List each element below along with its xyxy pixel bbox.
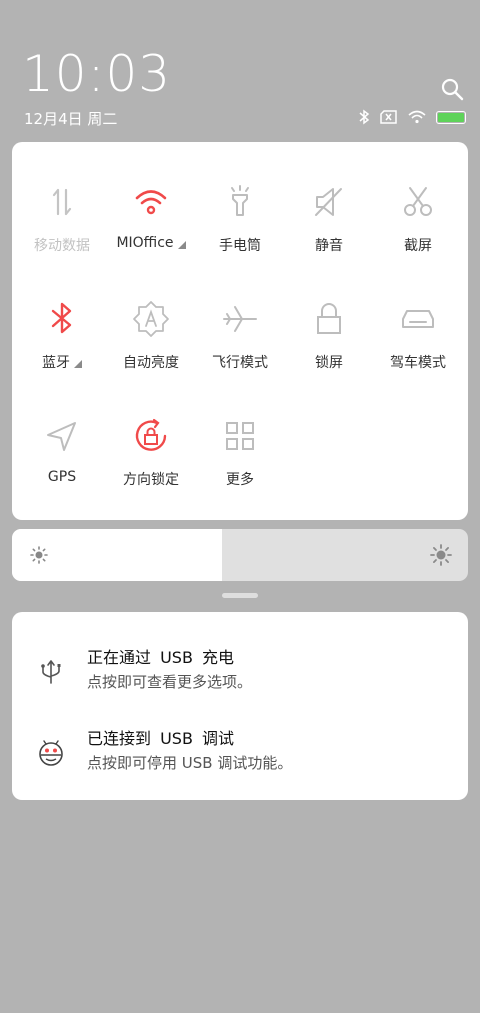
notification-usb-debugging[interactable]: 已连接到 USB 调试 点按即可停用 USB 调试功能。: [12, 725, 468, 785]
tile-label: 更多: [226, 472, 254, 488]
drag-handle[interactable]: [222, 593, 258, 598]
usb-icon: [41, 660, 61, 684]
tile-label-text: 蓝牙: [42, 355, 70, 371]
tile-label: 锁屏: [315, 355, 343, 371]
tile-label-text: MIOffice: [116, 235, 174, 251]
tile-label: 自动亮度: [123, 355, 179, 371]
notification-panel: 正在通过 USB 充电 点按即可查看更多选项。 已连接到 USB 调试 点按即可…: [12, 612, 468, 800]
tile-airplane[interactable]: 飞行模式: [195, 299, 285, 372]
bluetooth-icon: [51, 302, 72, 334]
expand-arrow-icon: [177, 240, 186, 249]
battery-icon: [436, 110, 466, 124]
lock-icon: [317, 303, 341, 334]
quick-settings-panel: 移动数据 MIOffice 手电筒 静音 截屏 蓝牙 自动亮度 飞行模式 锁屏 …: [12, 142, 468, 520]
battery-level: [438, 112, 464, 122]
tile-label: 移动数据: [34, 238, 90, 254]
gps-icon: [47, 422, 76, 451]
tile-bluetooth[interactable]: 蓝牙: [17, 299, 107, 372]
search-icon[interactable]: [440, 77, 464, 101]
screenshot-icon: [404, 187, 432, 216]
notification-subtitle: 点按即可查看更多选项。: [87, 673, 253, 691]
tile-more[interactable]: 更多: [195, 416, 285, 489]
tile-label: 方向锁定: [123, 472, 179, 488]
tile-driving-mode[interactable]: 驾车模式: [373, 299, 463, 372]
more-grid-icon: [226, 422, 254, 450]
tile-lock-screen[interactable]: 锁屏: [284, 299, 374, 372]
tile-mute[interactable]: 静音: [284, 182, 374, 255]
airplane-icon: [223, 306, 257, 332]
status-bar-icons: [358, 108, 466, 126]
mobile-data-icon: [52, 188, 72, 216]
tile-gps[interactable]: GPS: [17, 416, 107, 485]
tile-screenshot[interactable]: 截屏: [373, 182, 463, 255]
date[interactable]: 12月4日 周二: [24, 108, 117, 129]
tile-mobile-data[interactable]: 移动数据: [17, 182, 107, 255]
tile-flashlight[interactable]: 手电筒: [195, 182, 285, 255]
tile-label: 截屏: [404, 238, 432, 254]
tile-label: 手电筒: [219, 238, 261, 254]
tile-label: 静音: [315, 238, 343, 254]
notification-subtitle: 点按即可停用 USB 调试功能。: [87, 754, 293, 772]
wifi-icon: [135, 190, 167, 215]
auto-brightness-icon: [133, 301, 169, 337]
brightness-slider[interactable]: [12, 529, 468, 581]
bluetooth-status-icon: [359, 109, 370, 125]
notification-title: 已连接到 USB 调试: [87, 729, 235, 748]
brightness-low-icon: [30, 546, 48, 564]
brightness-high-icon: [430, 544, 452, 566]
tile-auto-brightness[interactable]: 自动亮度: [106, 299, 196, 372]
notification-usb-charging[interactable]: 正在通过 USB 充电 点按即可查看更多选项。: [12, 644, 468, 704]
wifi-status-icon: [408, 110, 426, 124]
tile-label: 飞行模式: [212, 355, 268, 371]
tile-label: 驾车模式: [390, 355, 446, 371]
car-icon: [402, 310, 434, 328]
flashlight-icon: [231, 185, 249, 216]
expand-arrow-icon: [74, 359, 82, 368]
tile-wifi[interactable]: MIOffice: [106, 182, 196, 251]
tile-label: GPS: [47, 469, 77, 485]
tile-rotation-lock[interactable]: 方向锁定: [106, 416, 196, 489]
mute-icon: [315, 188, 342, 216]
rotation-lock-icon: [135, 418, 167, 451]
no-sim-icon: [380, 110, 397, 124]
tile-label: MIOffice: [116, 235, 186, 251]
notification-title: 正在通过 USB 充电: [87, 648, 235, 667]
clock[interactable]: 10:03: [22, 46, 171, 102]
tile-label: 蓝牙: [42, 352, 82, 372]
android-debug-icon: [39, 740, 63, 766]
